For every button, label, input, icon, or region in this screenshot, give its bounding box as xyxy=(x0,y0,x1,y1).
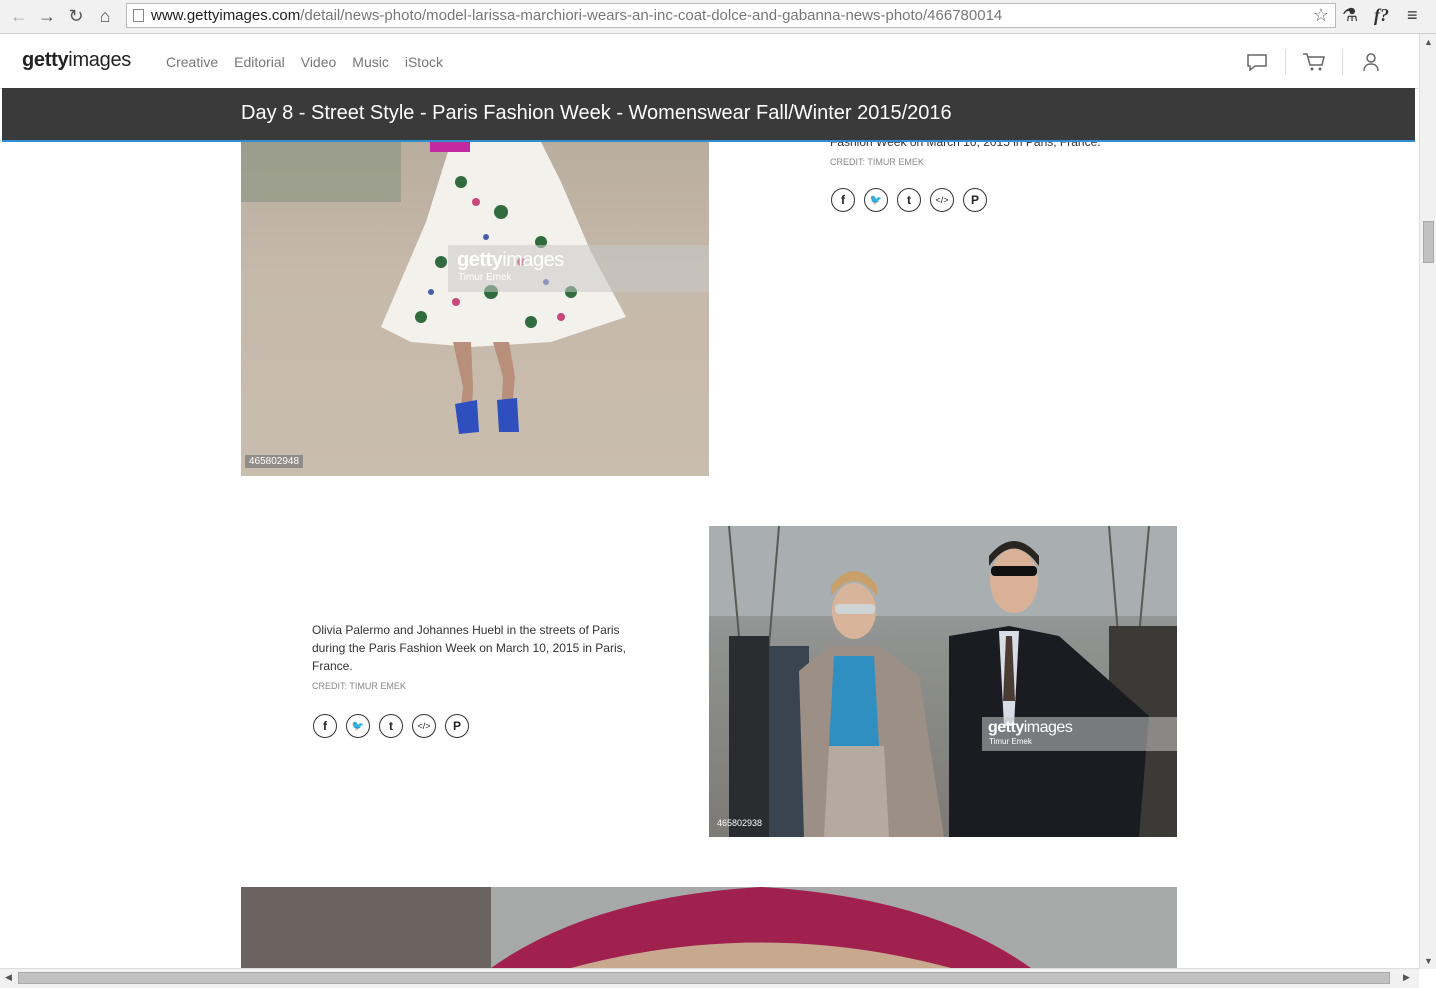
tumblr-icon[interactable]: t xyxy=(379,714,403,738)
photo2-id: 465802938 xyxy=(717,818,763,828)
browser-toolbar: ← → ↻ ⌂ www.gettyimages.com/detail/news-… xyxy=(0,0,1436,34)
event-title-bar: Day 8 - Street Style - Paris Fashion Wee… xyxy=(2,88,1415,142)
embed-icon[interactable]: </> xyxy=(930,188,954,212)
horizontal-scroll-thumb[interactable] xyxy=(18,972,1390,984)
photo2-watermark: gettyimages Timur Emek xyxy=(982,717,1177,751)
facebook-icon[interactable]: f xyxy=(313,714,337,738)
extension-icon[interactable]: ⚗ xyxy=(1342,5,1358,26)
bookmark-star-icon[interactable]: ☆ xyxy=(1313,4,1329,27)
scroll-up-icon[interactable]: ▲ xyxy=(1424,37,1433,47)
photo2-caption: Olivia Palermo and Johannes Huebl in the… xyxy=(312,621,626,695)
logo-bold: getty xyxy=(22,49,69,71)
photo1-illustration xyxy=(241,142,626,434)
horizontal-scrollbar[interactable]: ◀ ▶ xyxy=(0,968,1419,988)
watermark-brand: gettyimages xyxy=(988,719,1073,736)
reload-icon[interactable]: ↻ xyxy=(65,5,87,27)
photo2-illustration xyxy=(709,526,1177,837)
gallery-content: gettyimages Timur Emek 465802948 Fashion… xyxy=(0,142,1419,968)
menu-icon[interactable]: ≡ xyxy=(1407,5,1418,26)
photo2-share: f 🐦 t </> P xyxy=(313,714,469,738)
logo-rest: images xyxy=(68,49,131,71)
photo1-credit: CREDIT: TIMUR EMEK xyxy=(830,157,924,167)
nav-editorial[interactable]: Editorial xyxy=(234,54,285,70)
vertical-scrollbar[interactable]: ▲ ▼ xyxy=(1419,34,1436,969)
photo2-caption-line-3: France. xyxy=(312,659,353,673)
cart-icon[interactable] xyxy=(1285,49,1342,75)
photo1-id: 465802948 xyxy=(245,455,304,468)
scroll-right-icon[interactable]: ▶ xyxy=(1403,972,1410,983)
photo1-watermark: gettyimages Timur Emek xyxy=(448,245,709,292)
header-icons xyxy=(1229,49,1399,75)
watermark-author: Timur Emek xyxy=(458,272,512,283)
forward-icon[interactable]: → xyxy=(36,5,58,27)
home-icon[interactable]: ⌂ xyxy=(94,5,116,27)
nav-istock[interactable]: iStock xyxy=(405,54,443,70)
tumblr-icon[interactable]: t xyxy=(897,188,921,212)
photo-next[interactable] xyxy=(241,887,1177,968)
account-icon[interactable] xyxy=(1342,49,1399,75)
twitter-icon[interactable]: 🐦 xyxy=(346,714,370,738)
twitter-icon[interactable]: 🐦 xyxy=(864,188,888,212)
scroll-left-icon[interactable]: ◀ xyxy=(5,972,12,983)
address-bar[interactable]: www.gettyimages.com/detail/news-photo/mo… xyxy=(126,3,1336,28)
photo1-share: f 🐦 t </> P xyxy=(831,188,987,212)
pinterest-icon[interactable]: P xyxy=(445,714,469,738)
nav-video[interactable]: Video xyxy=(301,54,337,70)
photo1-caption-text: Fashion Week on March 10, 2015 in Paris,… xyxy=(830,142,1101,149)
photo2-caption-line-2: during the Paris Fashion Week on March 1… xyxy=(312,641,626,655)
photo-465802948[interactable]: gettyimages Timur Emek 465802948 xyxy=(241,142,709,476)
extension-fquery-icon[interactable]: f? xyxy=(1374,5,1389,26)
getty-logo[interactable]: gettyimages xyxy=(22,49,131,72)
facebook-icon[interactable]: f xyxy=(831,188,855,212)
back-icon[interactable]: ← xyxy=(8,5,30,27)
embed-icon[interactable]: </> xyxy=(412,714,436,738)
watermark-brand: gettyimages xyxy=(457,249,564,271)
top-nav: Creative Editorial Video Music iStock xyxy=(166,54,443,70)
photo2-caption-line-1: Olivia Palermo and Johannes Huebl in the… xyxy=(312,623,620,637)
chat-icon[interactable] xyxy=(1229,49,1285,75)
photo-465802938[interactable]: gettyimages Timur Emek 465802938 xyxy=(709,526,1177,837)
photo2-credit: CREDIT: TIMUR EMEK xyxy=(312,681,406,691)
pinterest-icon[interactable]: P xyxy=(963,188,987,212)
watermark-author: Timur Emek xyxy=(989,737,1032,746)
nav-creative[interactable]: Creative xyxy=(166,54,218,70)
scroll-down-icon[interactable]: ▼ xyxy=(1424,956,1433,966)
event-title: Day 8 - Street Style - Paris Fashion Wee… xyxy=(241,102,952,124)
nav-music[interactable]: Music xyxy=(352,54,389,70)
url-path: /detail/news-photo/model-larissa-marchio… xyxy=(300,7,1003,24)
photo3-illustration xyxy=(241,887,1031,968)
site-header: gettyimages Creative Editorial Video Mus… xyxy=(0,34,1419,89)
vertical-scroll-thumb[interactable] xyxy=(1423,221,1434,263)
page-icon xyxy=(133,9,144,22)
url-host: www.gettyimages.com xyxy=(151,7,301,24)
photo1-caption: Fashion Week on March 10, 2015 in Paris,… xyxy=(830,142,1101,171)
